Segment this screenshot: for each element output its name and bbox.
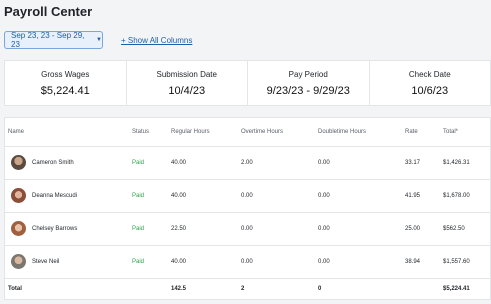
- date-range-label: Sep 23, 23 - Sep 29, 23: [11, 31, 85, 49]
- table-row[interactable]: Chelsey Barrows Paid 22.50 0.00 0.00 25.…: [5, 212, 490, 246]
- column-header-doubletime-hours[interactable]: Doubletime Hours: [318, 118, 405, 147]
- table-row[interactable]: Deanna Mescudi Paid 40.00 0.00 0.00 41.9…: [5, 179, 490, 213]
- regular-hours: 40.00: [171, 245, 241, 279]
- totals-label: Total: [8, 286, 22, 293]
- summary-value: 9/23/23 - 9/29/23: [266, 85, 350, 97]
- regular-hours: 40.00: [171, 146, 241, 180]
- summary-label: Pay Period: [288, 70, 328, 79]
- column-header-status[interactable]: Status: [132, 118, 171, 147]
- totals-rate: [405, 278, 443, 300]
- row-total: $1,426.31: [443, 146, 490, 180]
- rate: 41.95: [405, 179, 443, 213]
- summary-check-date: Check Date 10/6/23: [370, 61, 491, 105]
- summary-pay-period: Pay Period 9/23/23 - 9/29/23: [248, 61, 370, 105]
- rate: 38.94: [405, 245, 443, 279]
- overtime-hours: 2.00: [241, 146, 318, 180]
- column-header-rate[interactable]: Rate: [405, 118, 443, 147]
- column-header-overtime-hours[interactable]: Overtime Hours: [241, 118, 318, 147]
- avatar: [11, 155, 26, 170]
- totals-doubletime-hours: 0: [318, 286, 322, 293]
- summary-value: $5,224.41: [40, 85, 90, 97]
- employee-name[interactable]: Steve Neil: [32, 259, 59, 265]
- employee-name[interactable]: Cameron Smith: [32, 160, 74, 166]
- status-badge: Paid: [132, 146, 171, 180]
- totals-status: [132, 278, 171, 300]
- totals-total: $5,224.41: [443, 286, 470, 293]
- regular-hours: 40.00: [171, 179, 241, 213]
- doubletime-hours: 0.00: [318, 212, 405, 246]
- avatar: [11, 254, 26, 269]
- table-row[interactable]: Cameron Smith Paid 40.00 2.00 0.00 33.17…: [5, 146, 490, 180]
- column-header-name[interactable]: Name: [5, 118, 132, 147]
- summary-value: 10/6/23: [411, 85, 449, 97]
- payroll-summary: Gross Wages $5,224.41 Submission Date 10…: [4, 60, 491, 106]
- employee-name[interactable]: Deanna Mescudi: [32, 193, 77, 199]
- row-total: $1,678.00: [443, 179, 490, 213]
- column-header-total[interactable]: Total*: [443, 118, 490, 147]
- rate: 33.17: [405, 146, 443, 180]
- overtime-hours: 0.00: [241, 245, 318, 279]
- overtime-hours: 0.00: [241, 212, 318, 246]
- avatar: [11, 188, 26, 203]
- table-header-row: Name Status Regular Hours Overtime Hours…: [5, 118, 490, 147]
- doubletime-hours: 0.00: [318, 245, 405, 279]
- show-all-columns-link[interactable]: + Show All Columns: [121, 36, 192, 45]
- overtime-hours: 0.00: [241, 179, 318, 213]
- totals-row: Total 142.5 2 0 $5,224.41: [5, 278, 490, 300]
- totals-regular-hours: 142.5: [171, 286, 187, 293]
- regular-hours: 22.50: [171, 212, 241, 246]
- status-badge: Paid: [132, 245, 171, 279]
- summary-gross-wages: Gross Wages $5,224.41: [5, 61, 127, 105]
- date-range-dropdown[interactable]: Sep 23, 23 - Sep 29, 23 ▼: [4, 31, 103, 49]
- table-row[interactable]: Steve Neil Paid 40.00 0.00 0.00 38.94 $1…: [5, 245, 490, 279]
- doubletime-hours: 0.00: [318, 179, 405, 213]
- row-total: $562.50: [443, 212, 490, 246]
- status-badge: Paid: [132, 212, 171, 246]
- summary-label: Gross Wages: [41, 70, 90, 79]
- rate: 25.00: [405, 212, 443, 246]
- status-badge: Paid: [132, 179, 171, 213]
- summary-value: 10/4/23: [168, 85, 206, 97]
- doubletime-hours: 0.00: [318, 146, 405, 180]
- chevron-down-icon: ▼: [96, 37, 102, 43]
- payroll-table: Name Status Regular Hours Overtime Hours…: [4, 117, 491, 300]
- column-header-regular-hours[interactable]: Regular Hours: [171, 118, 241, 147]
- avatar: [11, 221, 26, 236]
- employee-name[interactable]: Chelsey Barrows: [32, 226, 77, 232]
- summary-label: Check Date: [408, 70, 451, 79]
- summary-submission-date: Submission Date 10/4/23: [127, 61, 248, 105]
- summary-label: Submission Date: [156, 70, 217, 79]
- page-title: Payroll Center: [4, 4, 93, 19]
- row-total: $1,557.60: [443, 245, 490, 279]
- totals-overtime-hours: 2: [241, 286, 245, 293]
